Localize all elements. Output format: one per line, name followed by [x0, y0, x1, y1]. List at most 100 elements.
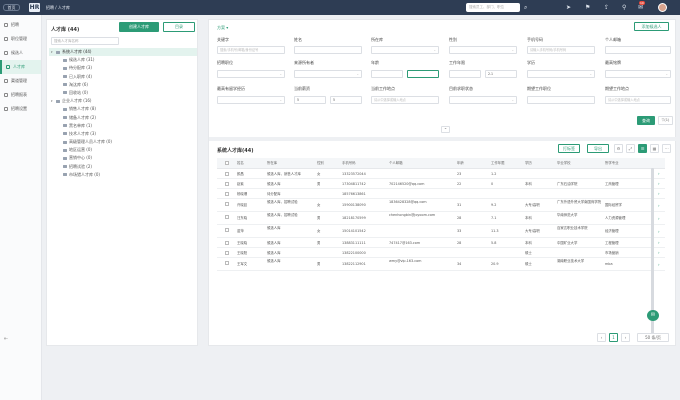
phone-input[interactable]: 请输入手机号码/手机号码: [527, 46, 595, 54]
tree-node[interactable]: 回收站 (0): [49, 89, 197, 97]
nav-recruit[interactable]: 招聘: [0, 18, 41, 32]
bell-icon[interactable]: ✉: [638, 4, 643, 11]
pool-search-input[interactable]: 搜索人才库名称: [51, 37, 119, 45]
table-row[interactable]: 王军文 候选人库男 13822112901 wmy@vip.163.com 34 20.9…: [217, 258, 665, 271]
tree-node[interactable]: 地区运营 (0): [49, 146, 197, 154]
tree-node[interactable]: 营销中心 (0): [49, 154, 197, 162]
nav-talent-pool[interactable]: 人才库: [0, 60, 41, 74]
tree-node[interactable]: 候选人库 (31): [49, 56, 197, 64]
scheme-dropdown[interactable]: 方案 ▾: [217, 25, 228, 31]
salary-min-input[interactable]: 5: [294, 96, 326, 104]
table-row[interactable]: 王晓晓 候选人库 男 13883111111 747417@163.com 28 5.8 本科…: [217, 238, 665, 248]
tree-node[interactable]: 市场猎人才库 (0): [49, 171, 197, 179]
chat-icon[interactable]: ✉: [647, 310, 659, 321]
tree-node[interactable]: 销售人才库 (8): [49, 105, 197, 113]
overseas-select[interactable]: ⌄: [217, 96, 285, 104]
owner-select[interactable]: ⌄: [294, 70, 362, 78]
pin-icon[interactable]: ⚲: [622, 4, 626, 11]
row-checkbox[interactable]: [225, 228, 229, 232]
export-button[interactable]: 导出: [587, 144, 609, 153]
add-candidate-button[interactable]: 添加候选人: [634, 22, 669, 31]
nav-jobs[interactable]: 职位管理: [0, 32, 41, 46]
row-checkbox[interactable]: [225, 241, 229, 245]
prev-page-icon[interactable]: ‹: [597, 333, 606, 342]
experience-max-input[interactable]: 2.1: [485, 70, 517, 78]
tree-node[interactable]: ▾ 系统人才库 (44): [49, 48, 197, 57]
row-checkbox[interactable]: [225, 182, 229, 186]
row-checkbox[interactable]: [225, 251, 229, 255]
age-max-input[interactable]: [407, 70, 439, 78]
tree-node[interactable]: 高级管理人员人才库 (0): [49, 138, 197, 146]
job-status-select[interactable]: ⌄: [449, 96, 517, 104]
table-row[interactable]: 杨晓珊 待分配库 18576613861 ›: [217, 189, 665, 199]
collapse-nav-icon[interactable]: ⇤: [4, 336, 8, 342]
top-school-select[interactable]: ⌄: [605, 70, 671, 78]
more-icon[interactable]: ⋯: [662, 144, 671, 153]
table-row[interactable]: 苗萍 候选人库女 15014101542 33 11.3 大专/高职 百家达职业技术学院 经济…: [217, 225, 665, 238]
search-icon[interactable]: ⌕: [524, 4, 527, 11]
education-select[interactable]: ⌄: [527, 70, 595, 78]
page-size-select[interactable]: 50 条/页: [637, 333, 669, 342]
nav-reports[interactable]: 招聘报表: [0, 88, 41, 102]
email-input[interactable]: [605, 46, 671, 54]
row-detail-icon[interactable]: ›: [658, 225, 660, 238]
pool-select[interactable]: ⌄: [371, 46, 439, 54]
tree-node[interactable]: 黑名单库 (1): [49, 122, 197, 130]
fullscreen-icon[interactable]: ⤢: [626, 144, 635, 153]
row-detail-icon[interactable]: ›: [658, 169, 660, 179]
collapse-filters-icon[interactable]: ⌃: [441, 126, 450, 133]
next-page-icon[interactable]: ›: [621, 333, 630, 342]
tree-node[interactable]: 待分配库 (3): [49, 64, 197, 72]
table-row[interactable]: 颜昌 候选人库，销售人才库 女 13323572044 23 1.2 ›: [217, 169, 665, 179]
filter-button[interactable]: ▽(1): [658, 116, 673, 125]
row-detail-icon[interactable]: ›: [658, 212, 660, 225]
tree-node[interactable]: 技术人才库 (3): [49, 130, 197, 138]
age-min-input[interactable]: [371, 70, 403, 78]
row-checkbox[interactable]: [225, 202, 229, 206]
list-view-icon[interactable]: ☰: [638, 144, 647, 153]
nav-candidates[interactable]: 候选人: [0, 46, 41, 60]
salary-max-input[interactable]: 5: [330, 96, 362, 104]
expected-location-input[interactable]: 请从中选择或输入地点: [605, 96, 671, 104]
tag-button[interactable]: 打标签: [558, 144, 580, 153]
tree-node[interactable]: ▾ 企业人才库 (16): [49, 97, 197, 105]
tree-node[interactable]: 储备人才库 (2): [49, 114, 197, 122]
global-search-input[interactable]: 搜索员工、部门、职位: [466, 3, 520, 12]
row-detail-icon[interactable]: ›: [658, 238, 660, 248]
row-detail-icon[interactable]: ›: [658, 258, 660, 271]
row-detail-icon[interactable]: ›: [658, 179, 660, 189]
keyword-input[interactable]: 搜索/手机号/邮箱/身份证号: [217, 46, 285, 54]
tree-node[interactable]: 招聘试验 (2): [49, 163, 197, 171]
send-icon[interactable]: ➤: [566, 4, 571, 11]
row-checkbox[interactable]: [225, 192, 229, 196]
table-row[interactable]: 汪东晓 候选人库，招聘试验男 18218170599 chenhongbin@joyo…: [217, 212, 665, 225]
table-row[interactable]: 赵紫 候选人库 男 17304811742 702146520@qq.com 22 0 本科 广…: [217, 179, 665, 189]
query-button[interactable]: 查询: [637, 116, 655, 125]
name-input[interactable]: [294, 46, 362, 54]
expected-job-input[interactable]: [527, 96, 595, 104]
row-detail-icon[interactable]: ›: [658, 199, 660, 212]
current-location-input[interactable]: 请从中选择或输入地点: [371, 96, 439, 104]
row-detail-icon[interactable]: ›: [658, 189, 660, 199]
settings-icon[interactable]: ⚙: [614, 144, 623, 153]
gender-select[interactable]: ⌄: [449, 46, 517, 54]
experience-min-input[interactable]: [449, 70, 481, 78]
current-page[interactable]: 1: [609, 333, 618, 342]
job-select[interactable]: ⌄: [217, 70, 285, 78]
folder-button[interactable]: 目录: [163, 22, 195, 32]
create-pool-button[interactable]: 创建人才库: [119, 22, 159, 32]
home-button[interactable]: 首页: [3, 4, 20, 11]
upload-icon[interactable]: ⇪: [604, 4, 609, 11]
nav-channels[interactable]: 渠道管理: [0, 74, 41, 88]
tree-node[interactable]: 已入职库 (4): [49, 73, 197, 81]
row-detail-icon[interactable]: ›: [658, 248, 660, 258]
row-checkbox[interactable]: [225, 172, 229, 176]
flag-icon[interactable]: ⚑: [585, 4, 590, 11]
table-row[interactable]: 王晓阳 候选人库 13822100000 硕士 市场营销 ›: [217, 248, 665, 258]
avatar[interactable]: [658, 3, 667, 12]
row-checkbox[interactable]: [225, 261, 229, 265]
nav-settings[interactable]: 招聘设置: [0, 102, 41, 116]
row-checkbox[interactable]: [225, 215, 229, 219]
tree-node[interactable]: 淘汰库 (6): [49, 81, 197, 89]
table-row[interactable]: 许晓廷 候选人库，招聘试验女 15900138090 1836428328@qq.co…: [217, 199, 665, 212]
